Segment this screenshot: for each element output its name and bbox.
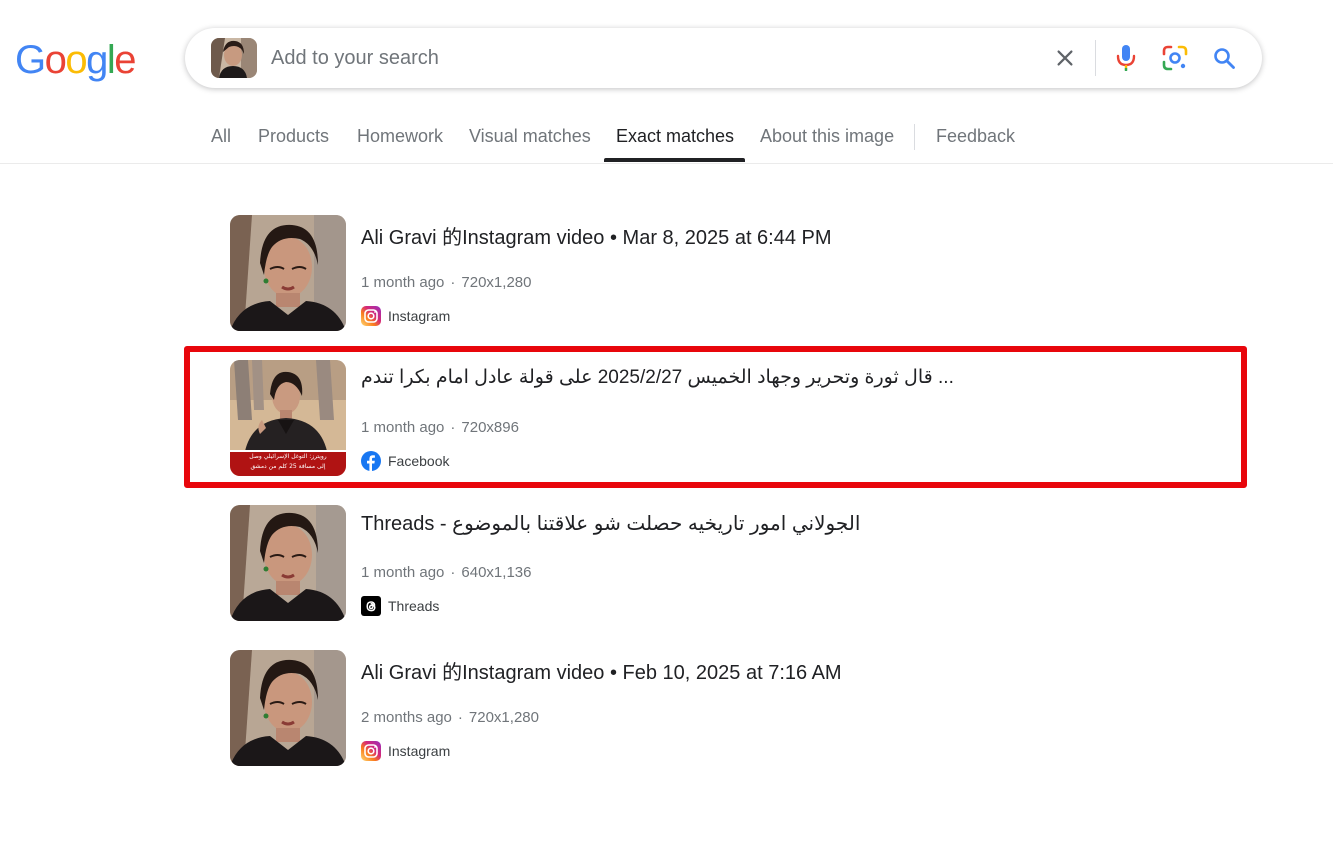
- microphone-icon[interactable]: [1110, 42, 1142, 74]
- tab-visual-matches[interactable]: Visual matches: [469, 116, 591, 163]
- search-input[interactable]: [271, 41, 971, 75]
- result-meta: 1 month ago · 720x896: [361, 419, 519, 436]
- logo-letter: g: [86, 38, 108, 82]
- result-source[interactable]: Instagram: [361, 305, 450, 327]
- thumbnail-caption: رويترز: التوغل الإسرائيلي وصل إلى مسافة …: [230, 452, 346, 476]
- result-source-name: Facebook: [388, 453, 450, 469]
- result-item[interactable]: Ali Gravi 的Instagram video • Mar 8, 2025…: [230, 215, 1130, 331]
- tab-feedback[interactable]: Feedback: [936, 116, 1015, 163]
- result-title[interactable]: قال ثورة وتحرير وجهاد الخميس 2025/2/27 ع…: [361, 366, 954, 389]
- result-thumbnail[interactable]: [230, 650, 346, 766]
- thumbnail-caption-line: إلى مسافة 25 كلم من دمشق: [250, 463, 326, 470]
- tab-separator: [914, 124, 915, 150]
- meta-separator: ·: [450, 274, 456, 291]
- instagram-icon: [361, 741, 381, 761]
- result-thumbnail[interactable]: [230, 215, 346, 331]
- result-source[interactable]: Facebook: [361, 450, 449, 472]
- search-box[interactable]: [185, 28, 1262, 88]
- result-source-name: Instagram: [388, 743, 451, 759]
- instagram-icon: [361, 306, 381, 326]
- result-dimensions: 720x1,280: [461, 274, 532, 291]
- result-meta: 1 month ago · 720x1,280: [361, 274, 531, 291]
- result-item[interactable]: Ali Gravi 的Instagram video • Feb 10, 202…: [230, 650, 1130, 766]
- result-item[interactable]: Threads - الجولاني امور تاريخيه حصلت شو …: [230, 505, 1130, 621]
- search-image-thumbnail[interactable]: [211, 38, 257, 78]
- result-source-name: Instagram: [388, 308, 451, 324]
- tab-about-this-image[interactable]: About this image: [760, 116, 894, 163]
- tab-products[interactable]: Products: [258, 116, 329, 163]
- logo-letter: e: [114, 38, 136, 82]
- meta-separator: ·: [450, 564, 456, 581]
- logo-letter: o: [65, 38, 87, 82]
- result-source-name: Threads: [388, 598, 440, 614]
- result-dimensions: 640x1,136: [461, 564, 532, 581]
- result-dimensions: 720x1,280: [468, 709, 539, 726]
- result-title[interactable]: Ali Gravi 的Instagram video • Mar 8, 2025…: [361, 221, 832, 250]
- result-item[interactable]: رويترز: التوغل الإسرائيلي وصل إلى مسافة …: [230, 360, 1130, 476]
- result-title[interactable]: Threads - الجولاني امور تاريخيه حصلت شو …: [361, 511, 860, 536]
- search-divider: [1095, 40, 1096, 76]
- result-meta: 1 month ago · 640x1,136: [361, 564, 531, 581]
- result-thumbnail[interactable]: رويترز: التوغل الإسرائيلي وصل إلى مسافة …: [230, 360, 346, 476]
- meta-separator: ·: [450, 419, 456, 436]
- result-age: 1 month ago: [361, 419, 445, 436]
- result-age: 1 month ago: [361, 564, 445, 581]
- search-tabs: All Products Homework Visual matches Exa…: [0, 116, 1333, 164]
- logo-letter: l: [106, 38, 116, 82]
- thumbnail-caption-line: رويترز: التوغل الإسرائيلي وصل: [249, 453, 327, 460]
- tab-homework[interactable]: Homework: [357, 116, 443, 163]
- result-dimensions: 720x896: [461, 419, 519, 436]
- result-source[interactable]: Instagram: [361, 740, 450, 762]
- google-logo[interactable]: Google: [15, 36, 136, 84]
- search-icon[interactable]: [1208, 42, 1240, 74]
- clear-icon[interactable]: [1049, 42, 1081, 74]
- result-title[interactable]: Ali Gravi 的Instagram video • Feb 10, 202…: [361, 656, 842, 685]
- logo-letter: G: [15, 38, 46, 82]
- tab-all[interactable]: All: [211, 116, 231, 163]
- threads-icon: [361, 596, 381, 616]
- result-source[interactable]: Threads: [361, 595, 439, 617]
- result-age: 1 month ago: [361, 274, 445, 291]
- meta-separator: ·: [457, 709, 463, 726]
- result-meta: 2 months ago · 720x1,280: [361, 709, 539, 726]
- result-age: 2 months ago: [361, 709, 452, 726]
- tab-exact-matches[interactable]: Exact matches: [616, 116, 734, 163]
- result-thumbnail[interactable]: [230, 505, 346, 621]
- google-lens-icon[interactable]: [1159, 42, 1191, 74]
- facebook-icon: [361, 451, 381, 471]
- logo-letter: o: [44, 38, 67, 82]
- active-tab-indicator: [604, 158, 745, 162]
